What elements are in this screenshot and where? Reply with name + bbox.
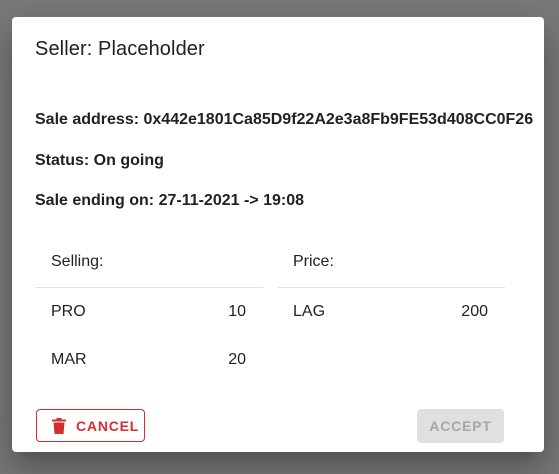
cancel-button[interactable]: CANCEL xyxy=(36,409,145,442)
list-item: MAR 20 xyxy=(36,336,263,384)
selling-header: Selling: xyxy=(36,243,263,288)
cancel-label: CANCEL xyxy=(76,418,140,434)
selling-panel: Selling: PRO 10 MAR 20 xyxy=(36,243,263,384)
token-name: LAG xyxy=(293,303,326,320)
accept-button: ACCEPT xyxy=(417,409,504,443)
sale-status: Status: On going xyxy=(35,152,164,169)
token-amount: 20 xyxy=(228,351,246,368)
token-amount: 200 xyxy=(461,303,488,320)
sale-dialog: Seller: Placeholder Sale address: 0x442e… xyxy=(12,17,544,452)
list-item: LAG 200 xyxy=(278,288,505,336)
token-name: PRO xyxy=(51,303,86,320)
price-panel: Price: LAG 200 xyxy=(278,243,505,336)
token-name: MAR xyxy=(51,351,87,368)
token-amount: 10 xyxy=(228,303,246,320)
price-header: Price: xyxy=(278,243,505,288)
sale-address: Sale address: 0x442e1801Ca85D9f22A2e3a8F… xyxy=(35,111,534,128)
trash-icon xyxy=(52,418,66,434)
sale-ending: Sale ending on: 27-11-2021 -> 19:08 xyxy=(35,192,305,209)
list-item: PRO 10 xyxy=(36,288,263,336)
dialog-title: Seller: Placeholder xyxy=(35,38,205,60)
